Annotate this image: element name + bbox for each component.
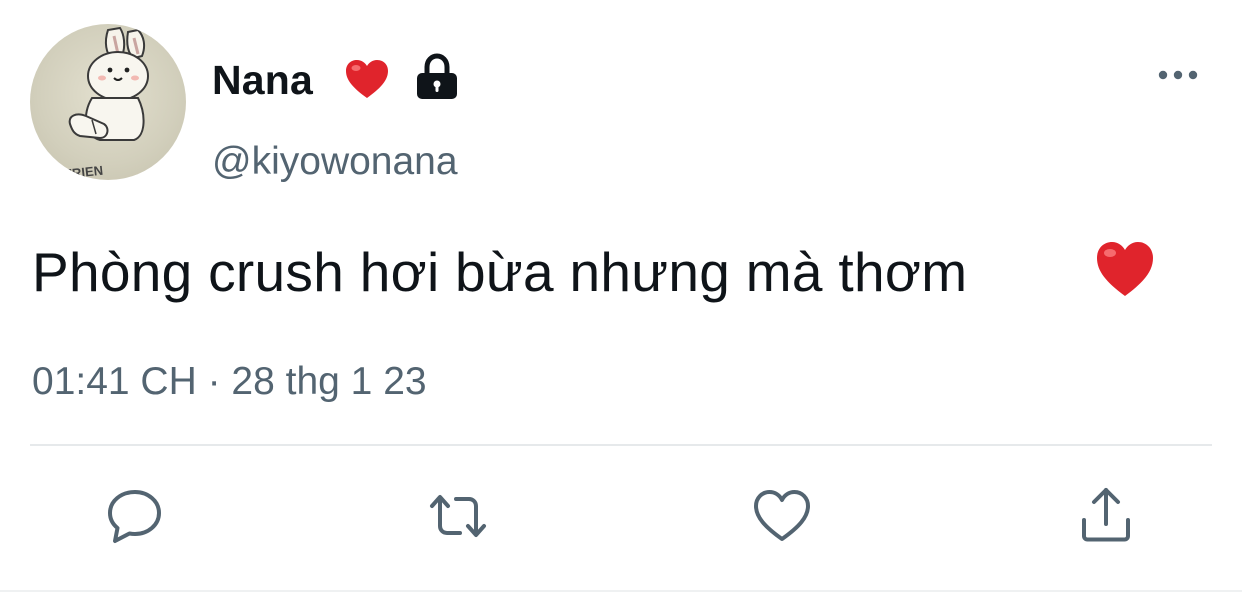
share-button[interactable] xyxy=(1074,484,1138,548)
lock-icon xyxy=(417,53,457,99)
divider xyxy=(30,444,1212,446)
heart-emoji-icon xyxy=(1097,242,1153,296)
like-heart-icon xyxy=(754,490,810,541)
like-button[interactable] xyxy=(750,484,814,548)
heart-icon xyxy=(346,60,388,98)
tweet-timestamp[interactable]: 01:41 CH · 28 thg 1 23 xyxy=(32,358,427,406)
bottom-divider xyxy=(0,590,1242,592)
display-name[interactable]: Nana xyxy=(212,56,313,104)
reply-button[interactable] xyxy=(103,484,167,548)
avatar[interactable]: E FRIEN xyxy=(30,24,186,180)
retweet-icon xyxy=(430,495,486,537)
bunny-avatar-icon: E FRIEN xyxy=(51,26,149,180)
svg-text:E FRIEN: E FRIEN xyxy=(51,163,104,180)
more-options-icon[interactable] xyxy=(1152,58,1208,92)
tweet-text: Phòng crush hơi bừa nhưng mà thơm xyxy=(32,241,968,303)
reply-icon xyxy=(108,490,161,543)
retweet-button[interactable] xyxy=(426,484,490,548)
share-icon xyxy=(1082,488,1130,542)
user-handle[interactable]: @kiyowonana xyxy=(212,139,458,185)
